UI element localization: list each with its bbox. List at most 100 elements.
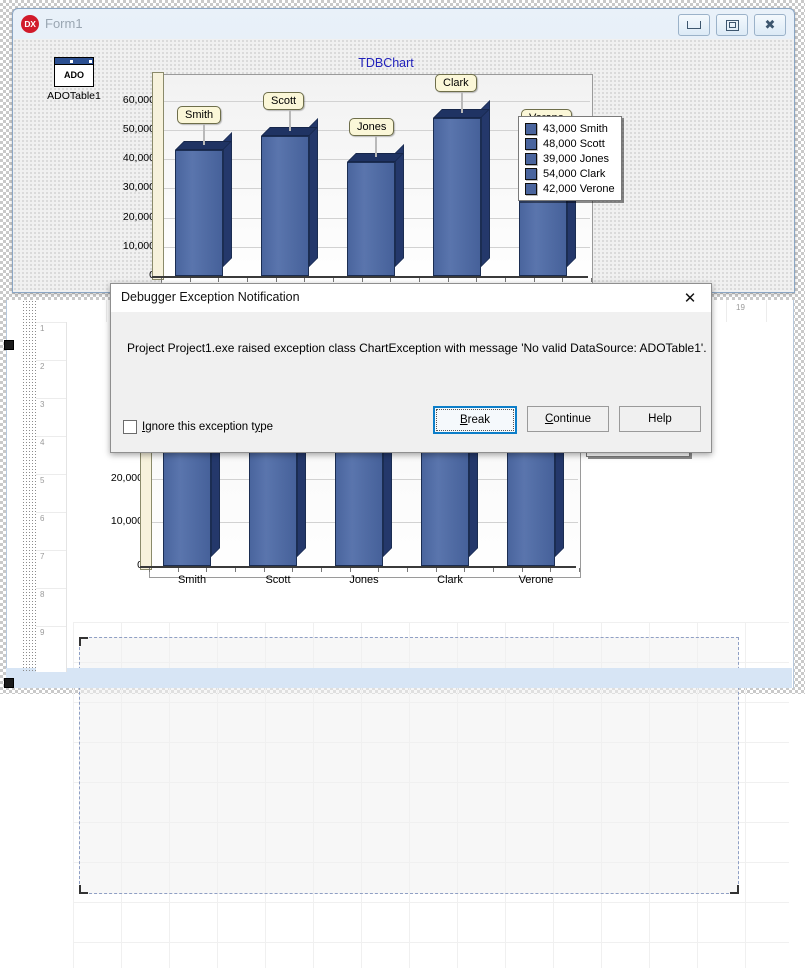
chart-x-tick-mark xyxy=(292,568,294,572)
form-title-bar[interactable]: DX Form1 ✖ xyxy=(13,9,794,39)
selection-handle-bottom-left[interactable] xyxy=(4,678,14,688)
chart-y-axis-label: 10,000 xyxy=(110,515,143,528)
designer-edge-bottom xyxy=(6,668,792,688)
chart-x-tick-mark xyxy=(378,568,380,572)
chart-x-tick-mark xyxy=(390,278,392,282)
chart-bar-side xyxy=(395,144,404,267)
chart-legend-swatch xyxy=(525,137,537,150)
chart-legend-item[interactable]: 43,000 Smith xyxy=(525,121,615,136)
chart-x-tick-mark xyxy=(505,278,506,282)
ruler-left-tick xyxy=(36,512,66,513)
maximize-button[interactable] xyxy=(716,14,748,36)
ruler-left-tick xyxy=(36,436,66,437)
ruler-top-tick xyxy=(726,300,727,322)
chart-bar-side xyxy=(481,100,490,267)
form-window[interactable]: DX Form1 ✖ ADO ADOTable1 TDBChart 10,000… xyxy=(12,8,795,293)
ruler-left-tick xyxy=(36,626,66,627)
ruler-left-number: 8 xyxy=(40,590,45,599)
close-button[interactable]: ✖ xyxy=(754,14,786,36)
chart-x-tick-mark xyxy=(579,568,580,572)
form-client-area[interactable]: ADO ADOTable1 TDBChart010,00020,00030,00… xyxy=(13,39,794,292)
chart-x-tick-mark xyxy=(304,278,306,282)
chart-legend-item[interactable]: 54,000 Clark xyxy=(525,166,615,181)
form-title-text: Form1 xyxy=(45,16,83,31)
ignore-exception-label: Ignore this exception type xyxy=(142,421,274,433)
chart-x-tick-mark xyxy=(435,568,437,572)
chart-bar[interactable] xyxy=(175,132,232,276)
chart-bar-front xyxy=(175,150,223,276)
chart-upper[interactable]: TDBChart 0 10,000 20,000 30,000 40,000 50,000 6… xyxy=(45,55,727,292)
exception-dialog[interactable]: Debugger Exception Notification ✕ Projec… xyxy=(110,283,712,453)
corner-mark-tl xyxy=(79,637,88,646)
chart-y-axis-label: 10,000 xyxy=(122,239,155,252)
chart-x-tick-mark xyxy=(218,278,220,282)
chart-x-axis-label: Jones xyxy=(349,574,379,586)
ruler-left-tick xyxy=(36,398,66,399)
chart-callout-leader xyxy=(289,109,291,131)
chart-legend-swatch xyxy=(525,152,537,165)
chart-x-tick-mark xyxy=(247,278,248,282)
chart-bar-front xyxy=(433,118,481,276)
chart-x-tick-mark xyxy=(464,568,466,572)
designer-dot-column xyxy=(22,300,36,672)
chart-bar[interactable] xyxy=(347,144,404,276)
chart-x-tick-mark xyxy=(407,568,408,572)
chart-x-tick-mark xyxy=(419,278,420,282)
chart-y-axis-label: 50,000 xyxy=(122,122,155,135)
chart-y-axis-label: 40,000 xyxy=(122,152,155,165)
ruler-left: 1 2 3 4 5 6 7 8 9 xyxy=(36,300,67,672)
ruler-left-tick xyxy=(36,360,66,361)
chart-x-tick-mark xyxy=(189,278,191,282)
selection-handle-left[interactable] xyxy=(4,340,14,350)
help-button[interactable]: Help xyxy=(619,406,701,432)
ruler-left-tick xyxy=(36,588,66,589)
break-button[interactable]: Break xyxy=(433,406,517,434)
dialog-title-text: Debugger Exception Notification xyxy=(121,290,300,304)
chart-x-axis-label: Clark xyxy=(437,574,463,586)
chart-bar[interactable] xyxy=(261,117,318,276)
chart-x-tick-mark xyxy=(447,278,449,282)
ruler-left-number: 9 xyxy=(40,628,45,637)
dialog-title-bar[interactable]: Debugger Exception Notification ✕ xyxy=(111,284,711,312)
chart-legend-swatch xyxy=(525,182,537,195)
chart-bar[interactable] xyxy=(433,100,490,276)
chart-legend-label: 42,000 Verone xyxy=(543,182,615,195)
continue-button[interactable]: Continue xyxy=(527,406,609,432)
ruler-left-tick xyxy=(36,474,66,475)
ruler-left-number: 7 xyxy=(40,552,45,561)
chart-x-tick-mark xyxy=(521,568,523,572)
chart-point-callout: Jones xyxy=(349,118,395,136)
ruler-top-tick xyxy=(766,300,767,322)
close-icon: ✖ xyxy=(764,17,776,33)
chart-legend[interactable]: 43,000 Smith 48,000 Scott 39,000 Jones 54,0… xyxy=(518,116,622,201)
chart-legend-item[interactable]: 42,000 Verone xyxy=(525,181,615,196)
ignore-exception-checkbox[interactable] xyxy=(123,420,137,434)
ruler-left-tick xyxy=(36,322,66,323)
ruler-top-number: 19 xyxy=(736,303,745,312)
ruler-left-number: 3 xyxy=(40,400,45,409)
chart-legend-item[interactable]: 48,000 Scott xyxy=(525,136,615,151)
chart-title: TDBChart xyxy=(358,56,414,70)
dialog-close-icon[interactable]: ✕ xyxy=(675,287,705,309)
chart-x-tick-mark xyxy=(177,568,179,572)
chart-x-tick-mark xyxy=(149,568,150,572)
chart-x-tick-mark xyxy=(550,568,552,572)
chart-x-tick-mark xyxy=(533,278,535,282)
window-controls[interactable]: ✖ xyxy=(678,14,786,36)
chart-legend-item[interactable]: 39,000 Jones xyxy=(525,151,615,166)
chart-x-tick-mark xyxy=(562,278,564,282)
chart-x-tick-mark xyxy=(333,278,334,282)
dialog-buttons[interactable]: Break Continue Help xyxy=(433,406,701,434)
chart-x-axis-label: Scott xyxy=(265,574,291,586)
minimize-button[interactable] xyxy=(678,14,710,36)
ignore-exception-checkbox-row[interactable]: Ignore this exception type xyxy=(123,420,273,434)
chart-x-tick-mark xyxy=(361,278,363,282)
chart-x-tick-mark xyxy=(263,568,265,572)
chart-bar-front xyxy=(347,162,395,276)
chart-x-tick-mark xyxy=(275,278,277,282)
chart-y-axis-label: 20,000 xyxy=(110,471,143,484)
chart-x-tick-mark xyxy=(206,568,208,572)
app-root: 123456789 11819 010,00020,00030,00040,00… xyxy=(0,0,805,968)
ruler-left-number: 2 xyxy=(40,362,45,371)
chart-callout-leader xyxy=(375,136,377,157)
